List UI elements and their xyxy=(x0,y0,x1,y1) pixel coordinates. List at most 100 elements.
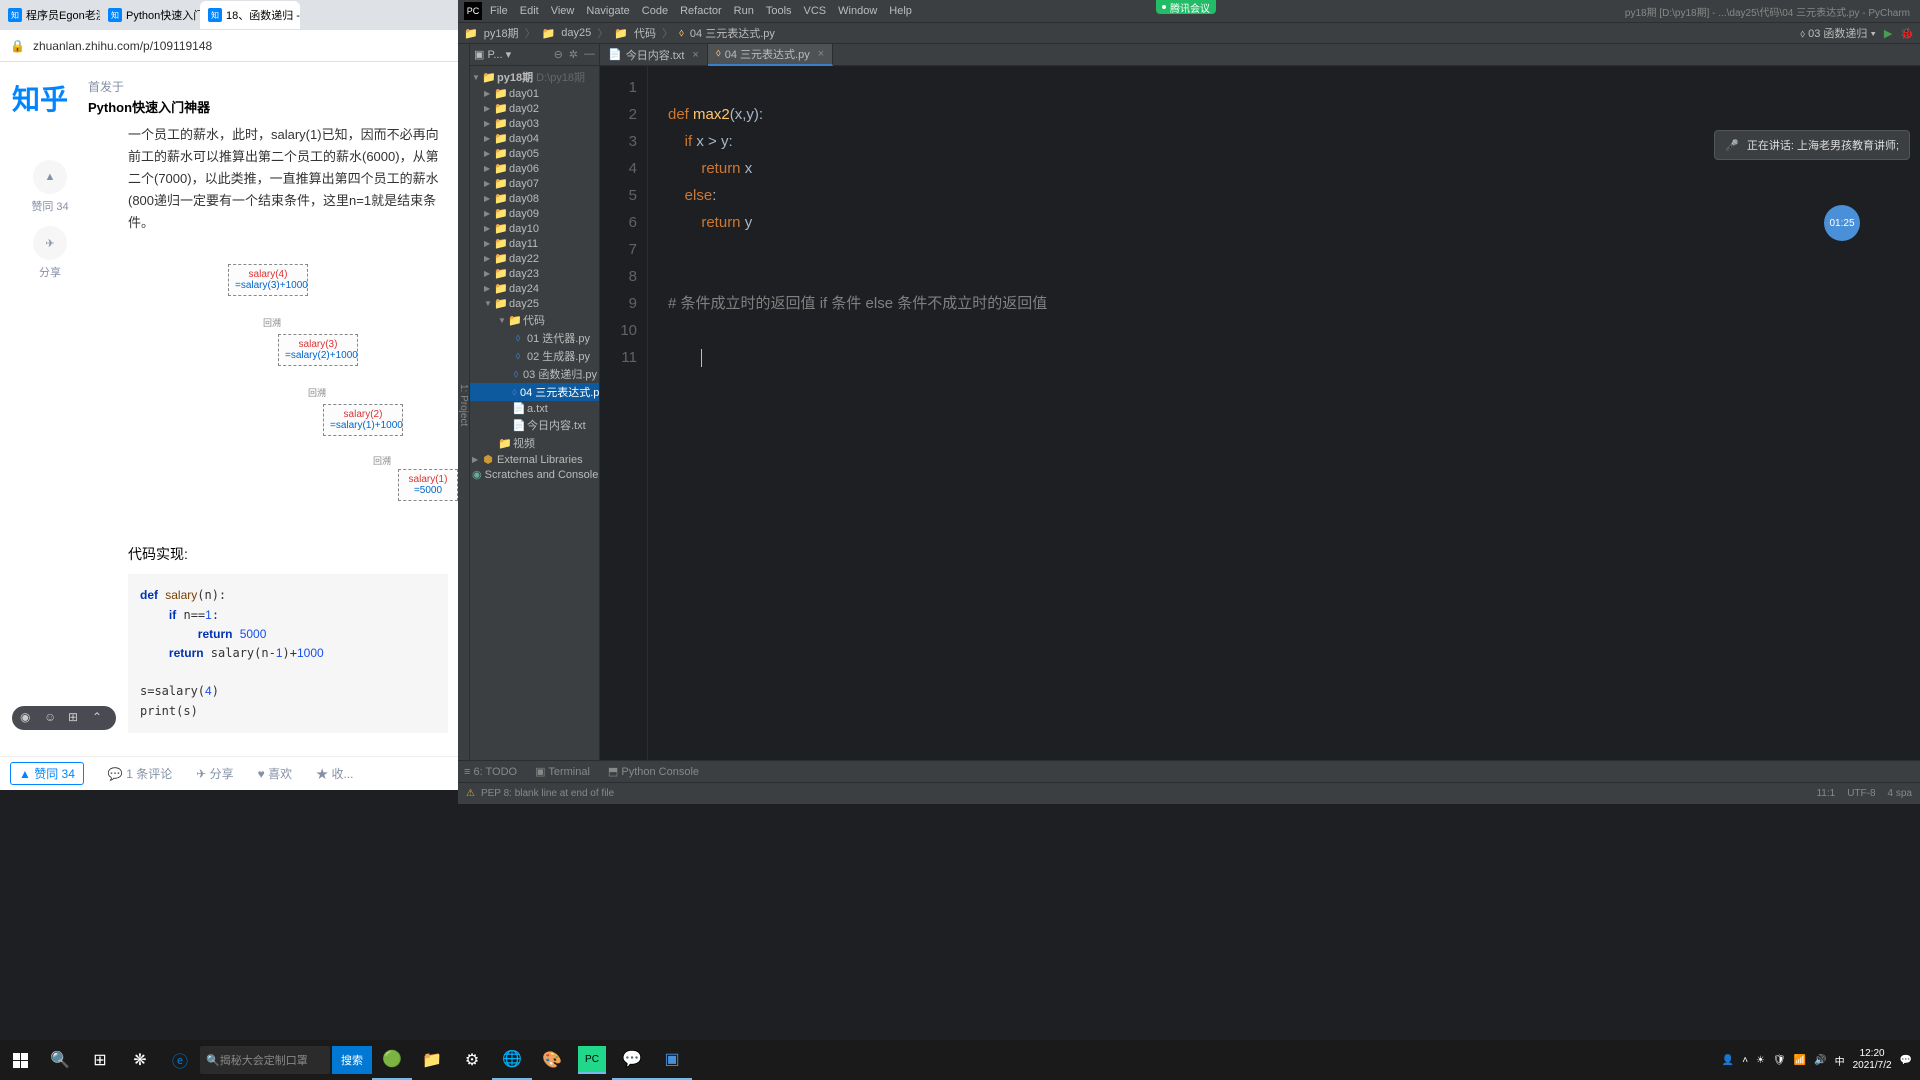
debug-button[interactable]: 🐞 xyxy=(1900,27,1914,40)
pycharm-icon[interactable]: PC xyxy=(578,1046,606,1074)
tree-file-selected[interactable]: ⬨04 三元表达式.p xyxy=(470,383,599,401)
indent[interactable]: 4 spa xyxy=(1888,788,1912,799)
meeting-indicator[interactable]: 腾讯会议 xyxy=(1156,0,1216,14)
tree-folder[interactable]: ▶📁day01 xyxy=(470,86,599,101)
tree-folder[interactable]: ▶📁day09 xyxy=(470,206,599,221)
like-button[interactable]: ▲ 赞同 34 xyxy=(10,762,84,785)
app-icon[interactable]: 🎨 xyxy=(532,1040,572,1080)
tray-icon[interactable]: 🛡 xyxy=(1773,1055,1786,1066)
upvote-button[interactable]: ▲ xyxy=(33,160,67,194)
encoding[interactable]: UTF-8 xyxy=(1847,788,1875,799)
tool-icon[interactable]: ⊞ xyxy=(68,710,84,726)
app-icon[interactable]: 🟢 xyxy=(372,1040,412,1080)
edge-icon[interactable]: ⓔ xyxy=(160,1040,200,1080)
tree-folder[interactable]: ▶📁day02 xyxy=(470,101,599,116)
menu-vcs[interactable]: VCS xyxy=(800,5,831,17)
tree-folder[interactable]: ▶📁day24 xyxy=(470,281,599,296)
address-bar[interactable]: 🔒 zhuanlan.zhihu.com/p/109119148 xyxy=(0,30,458,62)
todo-tab[interactable]: ≡ 6: TODO xyxy=(464,766,517,778)
run-button[interactable]: ▶ xyxy=(1884,27,1892,40)
tree-folder[interactable]: ▶📁day11 xyxy=(470,236,599,251)
menu-window[interactable]: Window xyxy=(834,5,881,17)
comment-button[interactable]: 💬 1 条评论 xyxy=(108,765,172,782)
tree-folder[interactable]: ▶📁day03 xyxy=(470,116,599,131)
menu-edit[interactable]: Edit xyxy=(516,5,543,17)
menu-tools[interactable]: Tools xyxy=(762,5,796,17)
tree-file[interactable]: ⬨03 函数递归.py xyxy=(470,365,599,383)
menu-file[interactable]: File xyxy=(486,5,512,17)
search-icon[interactable]: 🔍 xyxy=(40,1040,80,1080)
tree-folder[interactable]: ▶📁day22 xyxy=(470,251,599,266)
tree-folder[interactable]: ▼📁day25 xyxy=(470,296,599,311)
tree-folder[interactable]: ▶📁day08 xyxy=(470,191,599,206)
close-icon[interactable]: × xyxy=(818,48,824,60)
menu-run[interactable]: Run xyxy=(730,5,758,17)
console-tab[interactable]: ⬒ Python Console xyxy=(608,765,699,778)
project-header[interactable]: ▣ P... ▾ xyxy=(474,48,511,61)
browser-tab[interactable]: 知18、函数递归 - 知乎 xyxy=(200,1,300,29)
tree-folder[interactable]: ▼📁代码 xyxy=(470,311,599,329)
volume-icon[interactable]: 🔊 xyxy=(1814,1055,1826,1066)
tree-folder[interactable]: ▶📁day05 xyxy=(470,146,599,161)
editor-tab[interactable]: ⬨04 三元表达式.py× xyxy=(708,44,833,66)
tool-icon[interactable]: ☺ xyxy=(44,710,60,726)
tree-file[interactable]: ⬨02 生成器.py xyxy=(470,347,599,365)
menu-view[interactable]: View xyxy=(547,5,579,17)
tree-folder[interactable]: ▶📁day04 xyxy=(470,131,599,146)
tool-icon[interactable]: ◉ xyxy=(20,710,36,726)
timer-badge[interactable]: 01:25 xyxy=(1824,205,1860,241)
taskbar-search[interactable]: 🔍 揭秘大会定制口罩 xyxy=(200,1046,330,1074)
tree-folder[interactable]: 📁视频 xyxy=(470,434,599,452)
status-warning[interactable]: PEP 8: blank line at end of file xyxy=(481,788,614,799)
cursor-position[interactable]: 11:1 xyxy=(1816,788,1835,799)
chevron-up-icon[interactable]: ˄ xyxy=(1742,1055,1748,1066)
tree-folder[interactable]: ▶📁day23 xyxy=(470,266,599,281)
start-button[interactable] xyxy=(0,1040,40,1080)
tree-folder[interactable]: ▶📁day10 xyxy=(470,221,599,236)
browser-tab[interactable]: 知Python快速入门神器 - 知乎 xyxy=(100,1,200,29)
hide-icon[interactable]: — xyxy=(584,48,595,61)
ime-icon[interactable]: 中 xyxy=(1835,1053,1845,1068)
editor-tab[interactable]: 📄今日内容.txt× xyxy=(600,44,708,66)
settings-icon[interactable]: ⚙ xyxy=(452,1040,492,1080)
search-button[interactable]: 搜索 xyxy=(332,1046,372,1074)
browser-tab[interactable]: 知程序员Egon老湿× xyxy=(0,1,100,29)
fav-button[interactable]: ♥ 喜欢 xyxy=(258,765,292,782)
menu-help[interactable]: Help xyxy=(885,5,916,17)
share-button[interactable]: ✈ xyxy=(33,226,67,260)
code-content[interactable]: def max2(x,y): if x > y: return x else: … xyxy=(648,66,1047,760)
task-view-icon[interactable]: ⊞ xyxy=(80,1040,120,1080)
tray-icon[interactable]: 👤 xyxy=(1722,1055,1734,1066)
menu-refactor[interactable]: Refactor xyxy=(676,5,726,17)
app-icon[interactable]: ❋ xyxy=(120,1040,160,1080)
tree-folder[interactable]: ▶📁day06 xyxy=(470,161,599,176)
float-toolbar[interactable]: ◉ ☺ ⊞ ⌃ xyxy=(12,706,116,730)
meeting-icon[interactable]: ▣ xyxy=(652,1040,692,1080)
explorer-icon[interactable]: 📁 xyxy=(412,1040,452,1080)
tree-folder[interactable]: ▶📁day07 xyxy=(470,176,599,191)
tree-file[interactable]: 📄a.txt xyxy=(470,401,599,416)
zhihu-logo[interactable]: 知乎 xyxy=(6,78,68,118)
wechat-icon[interactable]: 💬 xyxy=(612,1040,652,1080)
project-tool-tab[interactable]: 1: Project xyxy=(458,44,470,760)
menu-code[interactable]: Code xyxy=(638,5,672,17)
tree-file[interactable]: ⬨01 迭代器.py xyxy=(470,329,599,347)
tray-icon[interactable]: ☀ xyxy=(1756,1055,1765,1066)
network-icon[interactable]: 📶 xyxy=(1794,1055,1806,1066)
notification-icon[interactable]: 💬 xyxy=(1900,1055,1912,1066)
tree-root[interactable]: ▼📁py18期 D:\py18期 xyxy=(470,68,599,86)
tree-external[interactable]: ▶⬢External Libraries xyxy=(470,452,599,467)
collect-button[interactable]: ★ 收... xyxy=(316,765,353,782)
tree-scratches[interactable]: ◉Scratches and Consoles xyxy=(470,467,599,482)
tree-file[interactable]: 📄今日内容.txt xyxy=(470,416,599,434)
terminal-tab[interactable]: ▣ Terminal xyxy=(535,765,590,778)
close-icon[interactable]: × xyxy=(692,49,698,61)
collapse-icon[interactable]: ⊖ xyxy=(554,48,563,61)
menu-navigate[interactable]: Navigate xyxy=(582,5,633,17)
code-editor[interactable]: 1234567891011 def max2(x,y): if x > y: r… xyxy=(600,66,1920,760)
chevron-up-icon[interactable]: ⌃ xyxy=(92,710,108,726)
share-button[interactable]: ✈ 分享 xyxy=(196,765,233,782)
chrome-icon[interactable]: 🌐 xyxy=(492,1040,532,1080)
run-config[interactable]: ⬨ 03 函数递归 ▾ xyxy=(1800,25,1876,41)
clock[interactable]: 12:202021/7/2 xyxy=(1853,1048,1892,1072)
